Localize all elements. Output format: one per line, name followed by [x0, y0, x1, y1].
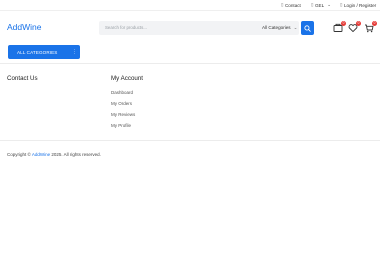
my-profile-link[interactable]: My Profile: [111, 123, 131, 128]
copyright-text: Copyright © AddWine 2025. All rights res…: [7, 152, 101, 157]
copyright-suffix: 2025. All rights reserved.: [51, 152, 101, 157]
cart-button[interactable]: 0: [364, 21, 377, 33]
wishlist-count-badge: 0: [356, 21, 361, 26]
all-categories-button[interactable]: ALL CATEGORIES ⋮: [8, 45, 80, 59]
all-categories-label: ALL CATEGORIES: [17, 49, 58, 55]
compare-count-badge: 0: [341, 21, 346, 26]
compare-button[interactable]: 0: [333, 21, 346, 33]
footer-contact-title: Contact Us: [7, 75, 38, 82]
site-logo[interactable]: AddWine: [7, 22, 42, 32]
search-icon: [304, 24, 311, 32]
login-register-link[interactable]: ▯ Login / Register: [340, 2, 376, 8]
dashboard-link[interactable]: Dashboard: [111, 90, 133, 95]
wishlist-button[interactable]: 0: [348, 21, 361, 33]
top-bar: ▯ Contact ▯ GEL ⌄ ▯ Login / Register: [0, 0, 380, 11]
menu-icon: ⋮: [72, 49, 78, 55]
currency-label: GEL: [314, 2, 325, 8]
contact-link[interactable]: ▯ Contact: [281, 2, 301, 8]
phone-icon: ▯: [281, 2, 284, 7]
category-select[interactable]: All Categories ⌄: [262, 25, 297, 31]
chevron-down-icon: ⌄: [327, 2, 331, 7]
footer-divider: [0, 140, 380, 141]
search-input[interactable]: Search for products...: [105, 25, 147, 30]
cart-count-badge: 0: [372, 21, 377, 26]
my-orders-link[interactable]: My Orders: [111, 101, 132, 106]
search-button[interactable]: [301, 21, 314, 35]
my-reviews-link[interactable]: My Reviews: [111, 112, 135, 117]
chevron-down-icon: ⌄: [293, 25, 298, 30]
header-divider: [0, 63, 380, 64]
currency-selector[interactable]: ▯ GEL ⌄: [311, 2, 331, 8]
copyright-prefix: Copyright ©: [7, 152, 31, 157]
category-select-label: All Categories: [262, 25, 291, 30]
footer-account-title: My Account: [111, 75, 143, 82]
copyright-brand-link[interactable]: AddWine: [32, 152, 50, 157]
currency-icon: ▯: [311, 2, 314, 7]
login-label: Login / Register: [343, 2, 377, 8]
user-icon: ▯: [340, 2, 343, 7]
contact-label: Contact: [284, 2, 301, 8]
search-bar: Search for products... All Categories ⌄: [99, 21, 299, 35]
